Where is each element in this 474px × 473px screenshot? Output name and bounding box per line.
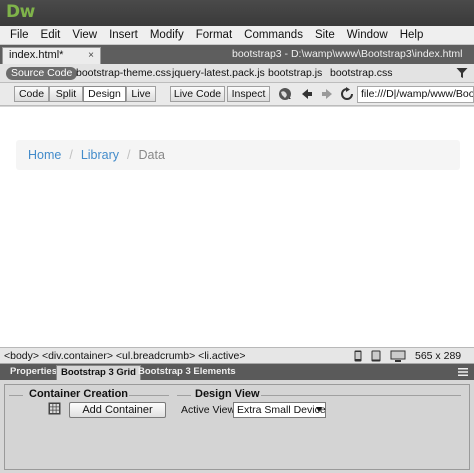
code-view-button[interactable]: Code xyxy=(14,86,49,102)
menu-site[interactable]: Site xyxy=(309,27,341,44)
design-view-title: Design View xyxy=(195,388,260,400)
menu-file[interactable]: File xyxy=(4,27,35,44)
menu-modify[interactable]: Modify xyxy=(144,27,190,44)
menu-format[interactable]: Format xyxy=(190,27,238,44)
add-container-button[interactable]: Add Container xyxy=(69,402,166,418)
document-toolbar: Code Split Design Live Live Code Inspect… xyxy=(0,83,474,106)
related-files-bar: Source Code bootstrap-theme.css jquery-l… xyxy=(0,64,474,83)
panel-menu-icon[interactable] xyxy=(458,367,468,377)
panel-content: Container Creation Design View Add Conta… xyxy=(4,384,470,470)
menu-commands[interactable]: Commands xyxy=(238,27,309,44)
section-divider xyxy=(261,395,461,396)
breadcrumb-home[interactable]: Home xyxy=(28,148,61,162)
panel-tab-bar: Properties Bootstrap 3 Grid Bootstrap 3 … xyxy=(0,364,474,380)
section-divider xyxy=(129,395,169,396)
window-size[interactable]: 565 x 289 xyxy=(415,350,461,362)
related-file-bootstrap-css[interactable]: bootstrap.css xyxy=(330,67,392,79)
menu-window[interactable]: Window xyxy=(341,27,394,44)
bootstrap-grid-panel: Container Creation Design View Add Conta… xyxy=(0,380,474,473)
desktop-size-icon[interactable] xyxy=(390,350,406,362)
related-file-bootstrap-js[interactable]: bootstrap.js xyxy=(268,67,322,79)
title-bar: Dw xyxy=(0,0,474,26)
related-file-source-code[interactable]: Source Code xyxy=(6,67,78,80)
design-view-button[interactable]: Design xyxy=(83,86,126,102)
dreamweaver-logo: Dw xyxy=(6,2,35,22)
related-file-jquery[interactable]: jquery-latest.pack.js xyxy=(172,67,265,79)
back-arrow-icon[interactable] xyxy=(300,87,314,101)
breadcrumb-data: Data xyxy=(138,148,165,162)
tablet-size-icon[interactable] xyxy=(371,350,381,362)
active-view-label: Active View xyxy=(181,404,236,416)
address-bar[interactable]: file:///D|/wamp/www/Bootstrap3/index.htm… xyxy=(357,86,474,103)
related-file-bootstrap-theme[interactable]: bootstrap-theme.css xyxy=(76,67,171,79)
refresh-icon[interactable] xyxy=(340,87,354,101)
section-divider xyxy=(177,395,191,396)
tab-bootstrap-3-elements[interactable]: Bootstrap 3 Elements xyxy=(134,365,240,380)
filter-icon[interactable] xyxy=(456,67,468,79)
mobile-size-icon[interactable] xyxy=(354,350,362,362)
breadcrumb: Home / Library / Data xyxy=(16,140,460,170)
section-divider xyxy=(9,395,23,396)
live-code-button[interactable]: Live Code xyxy=(170,86,225,102)
breadcrumb-separator: / xyxy=(69,148,73,162)
container-creation-title: Container Creation xyxy=(29,388,129,400)
breadcrumb-library[interactable]: Library xyxy=(81,148,119,162)
document-path: bootstrap3 - D:\wamp\www\Bootstrap3\inde… xyxy=(232,48,463,60)
menu-insert[interactable]: Insert xyxy=(103,27,144,44)
menu-view[interactable]: View xyxy=(66,27,103,44)
breadcrumb-separator: / xyxy=(127,148,131,162)
menu-help[interactable]: Help xyxy=(394,27,430,44)
tab-bootstrap-3-grid[interactable]: Bootstrap 3 Grid xyxy=(56,365,141,380)
tab-properties[interactable]: Properties xyxy=(6,365,61,380)
design-canvas[interactable]: Home / Library / Data xyxy=(0,107,474,347)
chevron-down-icon xyxy=(316,407,322,412)
document-tab[interactable]: index.html* × xyxy=(2,47,101,64)
live-view-button[interactable]: Live xyxy=(126,86,156,102)
close-icon[interactable]: × xyxy=(88,48,94,63)
split-view-button[interactable]: Split xyxy=(49,86,83,102)
forward-arrow-icon[interactable] xyxy=(320,87,334,101)
tag-selector[interactable]: <body> <div.container> <ul.breadcrumb> <… xyxy=(4,350,245,362)
document-tab-bar: index.html* × bootstrap3 - D:\wamp\www\B… xyxy=(0,45,474,64)
status-bar: <body> <div.container> <ul.breadcrumb> <… xyxy=(0,347,474,364)
globe-icon[interactable] xyxy=(278,87,292,101)
menu-bar: File Edit View Insert Modify Format Comm… xyxy=(0,26,474,45)
menu-edit[interactable]: Edit xyxy=(35,27,67,44)
active-view-select[interactable]: Extra Small Device xyxy=(233,402,326,418)
active-view-value: Extra Small Device xyxy=(237,404,326,416)
inspect-button[interactable]: Inspect xyxy=(227,86,270,102)
grid-icon xyxy=(48,402,61,415)
document-tab-label: index.html* xyxy=(9,49,64,61)
